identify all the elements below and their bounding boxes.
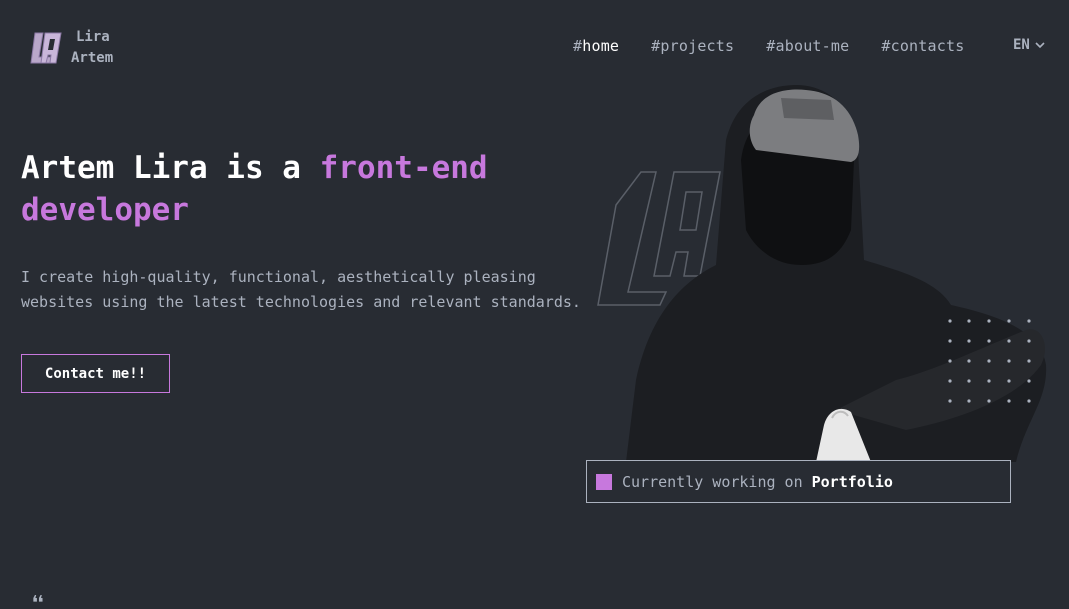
logo-text: Lira Artem xyxy=(71,27,113,69)
logo-line-2: Artem xyxy=(71,50,114,66)
nav-label-contacts: contacts xyxy=(890,37,965,55)
hero-title-accent-1: front-end xyxy=(319,150,488,186)
nav-hash: # xyxy=(573,37,583,55)
nav-item-contacts[interactable]: #contacts xyxy=(881,37,964,55)
status-square-icon xyxy=(596,473,612,490)
nav-label-about-me: about-me xyxy=(775,37,850,55)
nav-item-home[interactable]: #home xyxy=(573,37,619,55)
hero-description: I create high-quality, functional, aesth… xyxy=(21,268,581,311)
hero-title-prefix: Artem Lira is a xyxy=(21,150,320,186)
status-prefix: Currently working on xyxy=(622,472,803,491)
status-box: Currently working on Portfolio xyxy=(586,460,1011,503)
status-project: Portfolio xyxy=(811,472,893,491)
nav-label-projects: projects xyxy=(660,37,735,55)
site-logo[interactable]: Lira Artem xyxy=(29,27,113,69)
nav-hash: # xyxy=(766,37,776,55)
quote-icon: ❝ xyxy=(30,591,46,609)
nav-item-about-me[interactable]: #about-me xyxy=(766,37,849,55)
logo-line-1: Lira xyxy=(76,29,110,45)
contact-me-button[interactable]: Contact me!! xyxy=(21,354,170,393)
nav-label-home: home xyxy=(582,37,620,55)
chevron-down-icon xyxy=(1035,41,1045,48)
language-label: EN xyxy=(1013,37,1030,53)
dots-decoration xyxy=(948,319,1031,403)
hero-title-accent-2: developer xyxy=(21,192,189,228)
nav-hash: # xyxy=(881,37,891,55)
language-selector[interactable]: EN xyxy=(1013,37,1045,53)
nav-item-projects[interactable]: #projects xyxy=(651,37,734,55)
la-logo-icon xyxy=(30,32,62,64)
main-nav: #home #projects #about-me #contacts xyxy=(573,37,996,55)
hero-title: Artem Lira is a front-end developer xyxy=(21,147,541,231)
